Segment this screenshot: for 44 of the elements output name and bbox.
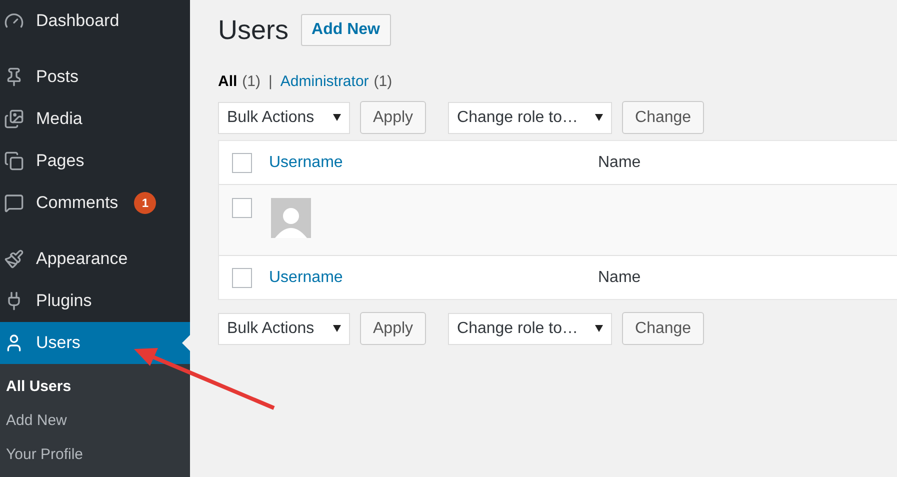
paintbrush-icon (4, 249, 24, 269)
menu-item[interactable]: Dashboard (0, 0, 190, 42)
menu-item[interactable]: Users (0, 322, 190, 364)
apply-button[interactable]: Apply (360, 312, 426, 345)
pages-icon (4, 151, 24, 171)
filter-link[interactable]: All (218, 70, 238, 93)
menu-item[interactable]: Media (0, 98, 190, 140)
filter-count: (1) (374, 72, 392, 92)
bulk-actions-dropdown[interactable]: Bulk Actions (218, 312, 350, 344)
dropdown-caret-icon (333, 325, 341, 332)
add-new-button[interactable]: Add New (300, 14, 391, 46)
current-pointer-icon (182, 335, 190, 351)
menu-item[interactable]: Pages (0, 140, 190, 182)
apply-button[interactable]: Apply (360, 101, 426, 134)
count-badge: 1 (134, 192, 156, 214)
avatar-placeholder (271, 198, 311, 238)
submenu-item[interactable]: All Users (0, 370, 190, 404)
dropdown-caret-icon (333, 114, 341, 121)
dropdown-caret-icon (595, 325, 604, 332)
speech-bubble-icon (4, 193, 24, 213)
menu-item[interactable]: Appearance (0, 238, 190, 280)
checkbox[interactable] (232, 152, 252, 172)
checkbox[interactable] (232, 198, 252, 218)
images-icon (4, 109, 24, 129)
page-title: Users (218, 14, 289, 47)
change-button[interactable]: Change (622, 312, 704, 345)
menu-item[interactable]: Posts (0, 56, 190, 98)
change-role-dropdown[interactable]: Change role to… (448, 312, 612, 344)
column-header-link[interactable]: Username (269, 150, 598, 174)
submenu-item[interactable]: Add New (0, 404, 190, 438)
dropdown-caret-icon (595, 114, 604, 121)
change-button[interactable]: Change (622, 101, 704, 134)
filter-link[interactable]: Administrator (280, 70, 369, 93)
separator: | (268, 72, 272, 92)
column-header-link[interactable]: Username (269, 266, 598, 290)
filter-count: (1) (242, 72, 261, 92)
column-header: Name (598, 152, 641, 172)
change-role-dropdown[interactable]: Change role to… (448, 102, 612, 134)
menu-item[interactable]: Plugins (0, 280, 190, 322)
submenu-item[interactable]: Your Profile (0, 438, 190, 472)
column-header: Name (598, 268, 641, 288)
menu-item[interactable]: Comments 1 (0, 182, 190, 224)
checkbox[interactable] (232, 268, 252, 288)
bulk-actions-dropdown[interactable]: Bulk Actions (218, 102, 350, 134)
